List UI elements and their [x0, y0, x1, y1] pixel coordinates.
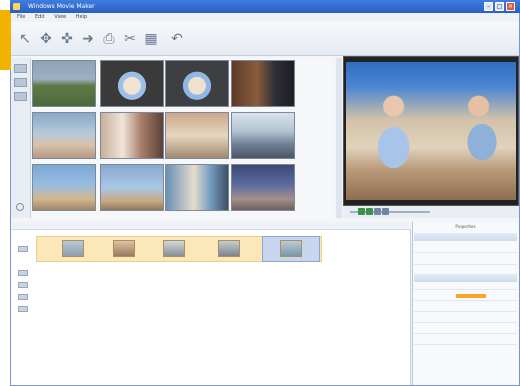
- side-accent-bar: [0, 10, 11, 70]
- next-frame-icon[interactable]: [382, 208, 389, 215]
- timeline-audio-icon[interactable]: [18, 282, 28, 288]
- effects-icon[interactable]: ✜: [58, 30, 76, 48]
- play-icon[interactable]: [358, 208, 365, 215]
- menu-bar: File Edit View Help: [11, 13, 519, 22]
- app-icon: [13, 3, 20, 10]
- row-separator: [414, 252, 517, 253]
- menu-view[interactable]: View: [54, 14, 66, 20]
- clip-thumbnail[interactable]: [165, 60, 229, 107]
- row-separator: [414, 322, 517, 323]
- menu-help[interactable]: Help: [76, 14, 87, 20]
- storyboard-toolbar: [11, 222, 411, 230]
- maximize-button[interactable]: □: [495, 2, 504, 11]
- row-separator: [414, 289, 517, 290]
- highlighted-value[interactable]: [456, 294, 486, 298]
- search-icon[interactable]: [16, 203, 24, 211]
- clip-thumbnail[interactable]: [100, 112, 164, 159]
- pane-splitter[interactable]: [336, 58, 342, 218]
- storyboard-clip[interactable]: [163, 240, 185, 257]
- timeline-video-icon[interactable]: [18, 270, 28, 276]
- clip-thumbnail[interactable]: [165, 164, 229, 211]
- cursor-icon[interactable]: ↖: [16, 30, 34, 48]
- row-separator: [414, 344, 517, 345]
- clip-thumbnail[interactable]: [165, 112, 229, 159]
- row-separator: [414, 300, 517, 301]
- minimize-button[interactable]: –: [484, 2, 493, 11]
- storyboard-clip[interactable]: [218, 240, 240, 257]
- previous-frame-icon[interactable]: [374, 208, 381, 215]
- title-bar: Windows Movie Maker: [10, 0, 520, 13]
- storyboard-icon[interactable]: ▦: [142, 30, 160, 48]
- clip-thumbnail[interactable]: [231, 112, 295, 159]
- cut-icon[interactable]: ✂: [121, 30, 139, 48]
- thumbnails-icon[interactable]: [14, 92, 27, 101]
- properties-pane: [412, 222, 519, 385]
- arrow-icon[interactable]: ➜: [79, 30, 97, 48]
- stop-icon[interactable]: [366, 208, 373, 215]
- storyboard-clip[interactable]: [113, 240, 135, 257]
- share-icon[interactable]: ⎙: [100, 30, 118, 48]
- timeline-music-icon[interactable]: [18, 306, 28, 312]
- timeline-title-icon[interactable]: [18, 294, 28, 300]
- row-separator: [414, 264, 517, 265]
- row-separator: [414, 333, 517, 334]
- capture-icon[interactable]: ✥: [37, 30, 55, 48]
- clip-thumbnail[interactable]: [100, 164, 164, 211]
- properties-title: Properties: [455, 224, 476, 229]
- view-icon[interactable]: [14, 64, 27, 73]
- clip-thumbnail[interactable]: [32, 164, 96, 211]
- storyboard-clip[interactable]: [280, 240, 302, 257]
- menu-file[interactable]: File: [17, 14, 25, 20]
- row-separator: [414, 311, 517, 312]
- clip-thumbnail[interactable]: [32, 60, 96, 107]
- clip-thumbnail[interactable]: [32, 112, 96, 159]
- preview-video-frame: [346, 62, 516, 200]
- undo-icon[interactable]: ↶: [168, 30, 186, 48]
- properties-section-header[interactable]: [414, 233, 517, 241]
- clip-thumbnail[interactable]: [100, 60, 164, 107]
- storyboard-clip[interactable]: [62, 240, 84, 257]
- properties-section-header[interactable]: [414, 274, 517, 282]
- clip-thumbnail[interactable]: [231, 60, 295, 107]
- timeline-zoom-icon[interactable]: [18, 246, 28, 252]
- window-title: Windows Movie Maker: [28, 3, 95, 10]
- details-icon[interactable]: [14, 78, 27, 87]
- clip-thumbnail[interactable]: [231, 164, 295, 211]
- menu-edit[interactable]: Edit: [35, 14, 45, 20]
- close-button[interactable]: ×: [506, 2, 515, 11]
